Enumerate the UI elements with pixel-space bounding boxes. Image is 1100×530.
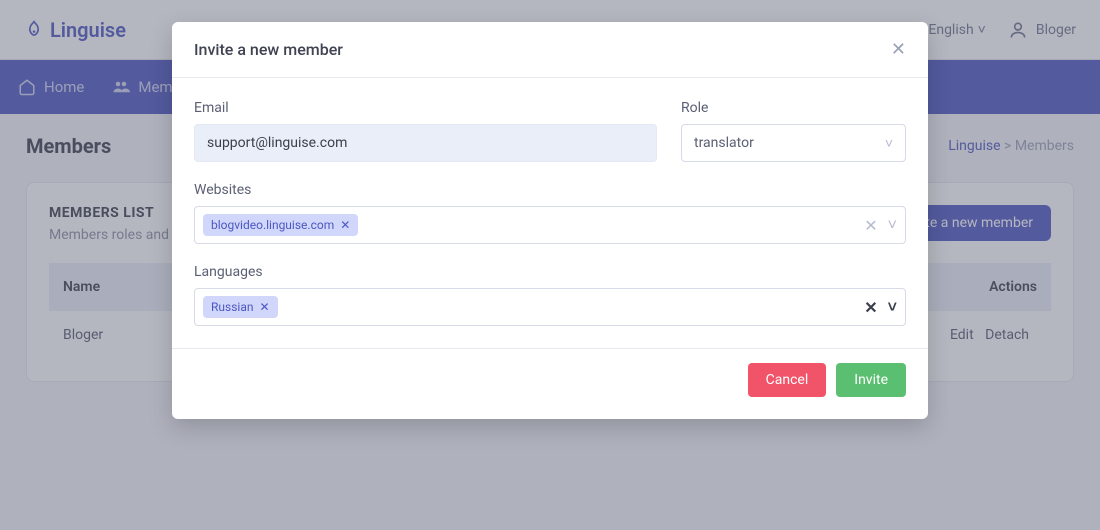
role-value: translator	[694, 135, 754, 151]
language-tag: Russian ✕	[203, 296, 278, 318]
invite-button[interactable]: Invite	[836, 363, 906, 397]
remove-tag-icon[interactable]: ✕	[259, 300, 269, 314]
remove-tag-icon[interactable]: ✕	[340, 218, 350, 232]
chevron-down-icon: ˅	[885, 135, 893, 152]
modal-footer: Cancel Invite	[172, 348, 928, 419]
websites-label: Websites	[194, 182, 906, 198]
role-select[interactable]: translator ˅	[681, 124, 906, 162]
chevron-down-icon[interactable]: ˅	[888, 297, 897, 317]
modal-body: Email Role translator ˅ Websites	[172, 78, 928, 348]
website-tag: blogvideo.linguise.com ✕	[203, 214, 358, 236]
website-tag-text: blogvideo.linguise.com	[211, 218, 334, 232]
role-label: Role	[681, 100, 906, 116]
languages-label: Languages	[194, 264, 906, 280]
language-tag-text: Russian	[211, 300, 253, 314]
close-icon[interactable]: ✕	[891, 41, 906, 59]
modal-overlay[interactable]: Invite a new member ✕ Email Role transla…	[0, 0, 1100, 530]
email-label: Email	[194, 100, 657, 116]
cancel-button[interactable]: Cancel	[748, 363, 827, 397]
chevron-down-icon[interactable]: ˅	[888, 215, 897, 235]
email-input[interactable]	[194, 124, 657, 162]
invite-modal: Invite a new member ✕ Email Role transla…	[172, 22, 928, 419]
clear-icon[interactable]: ✕	[864, 298, 877, 317]
modal-head: Invite a new member ✕	[172, 22, 928, 78]
modal-title: Invite a new member	[194, 40, 343, 59]
clear-icon[interactable]: ✕	[864, 216, 877, 235]
languages-tagbox[interactable]: Russian ✕ ✕ ˅	[194, 288, 906, 326]
websites-tagbox[interactable]: blogvideo.linguise.com ✕ ✕ ˅	[194, 206, 906, 244]
